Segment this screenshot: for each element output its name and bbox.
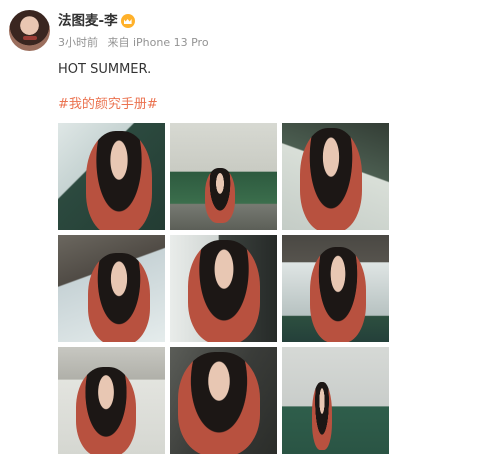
post-source: 来自 iPhone 13 Pro bbox=[107, 36, 209, 49]
photo-grid bbox=[58, 123, 389, 454]
post-time[interactable]: 3小时前 bbox=[58, 36, 98, 49]
photo-thumbnail-1[interactable] bbox=[58, 123, 165, 230]
photo-thumbnail-7[interactable] bbox=[58, 347, 165, 454]
photo-thumbnail-2[interactable] bbox=[170, 123, 277, 230]
photo-thumbnail-4[interactable] bbox=[58, 235, 165, 342]
username-link[interactable]: 法图麦-李 bbox=[58, 12, 118, 30]
post-meta: 3小时前 来自 iPhone 13 Pro bbox=[58, 36, 209, 50]
photo-thumbnail-8[interactable] bbox=[170, 347, 277, 454]
hashtag-link[interactable]: #我的颜究手册# bbox=[58, 97, 158, 113]
photo-thumbnail-9[interactable] bbox=[282, 347, 389, 454]
post-text: HOT SUMMER. bbox=[58, 62, 152, 77]
photo-thumbnail-6[interactable] bbox=[282, 235, 389, 342]
weibo-post: 法图麦-李 3小时前 来自 iPhone 13 Pro HOT SUMMER. … bbox=[0, 0, 500, 463]
vip-crown-icon[interactable] bbox=[120, 14, 135, 28]
user-avatar[interactable] bbox=[9, 10, 50, 51]
name-row: 法图麦-李 bbox=[58, 12, 135, 30]
photo-thumbnail-3[interactable] bbox=[282, 123, 389, 230]
photo-thumbnail-5[interactable] bbox=[170, 235, 277, 342]
